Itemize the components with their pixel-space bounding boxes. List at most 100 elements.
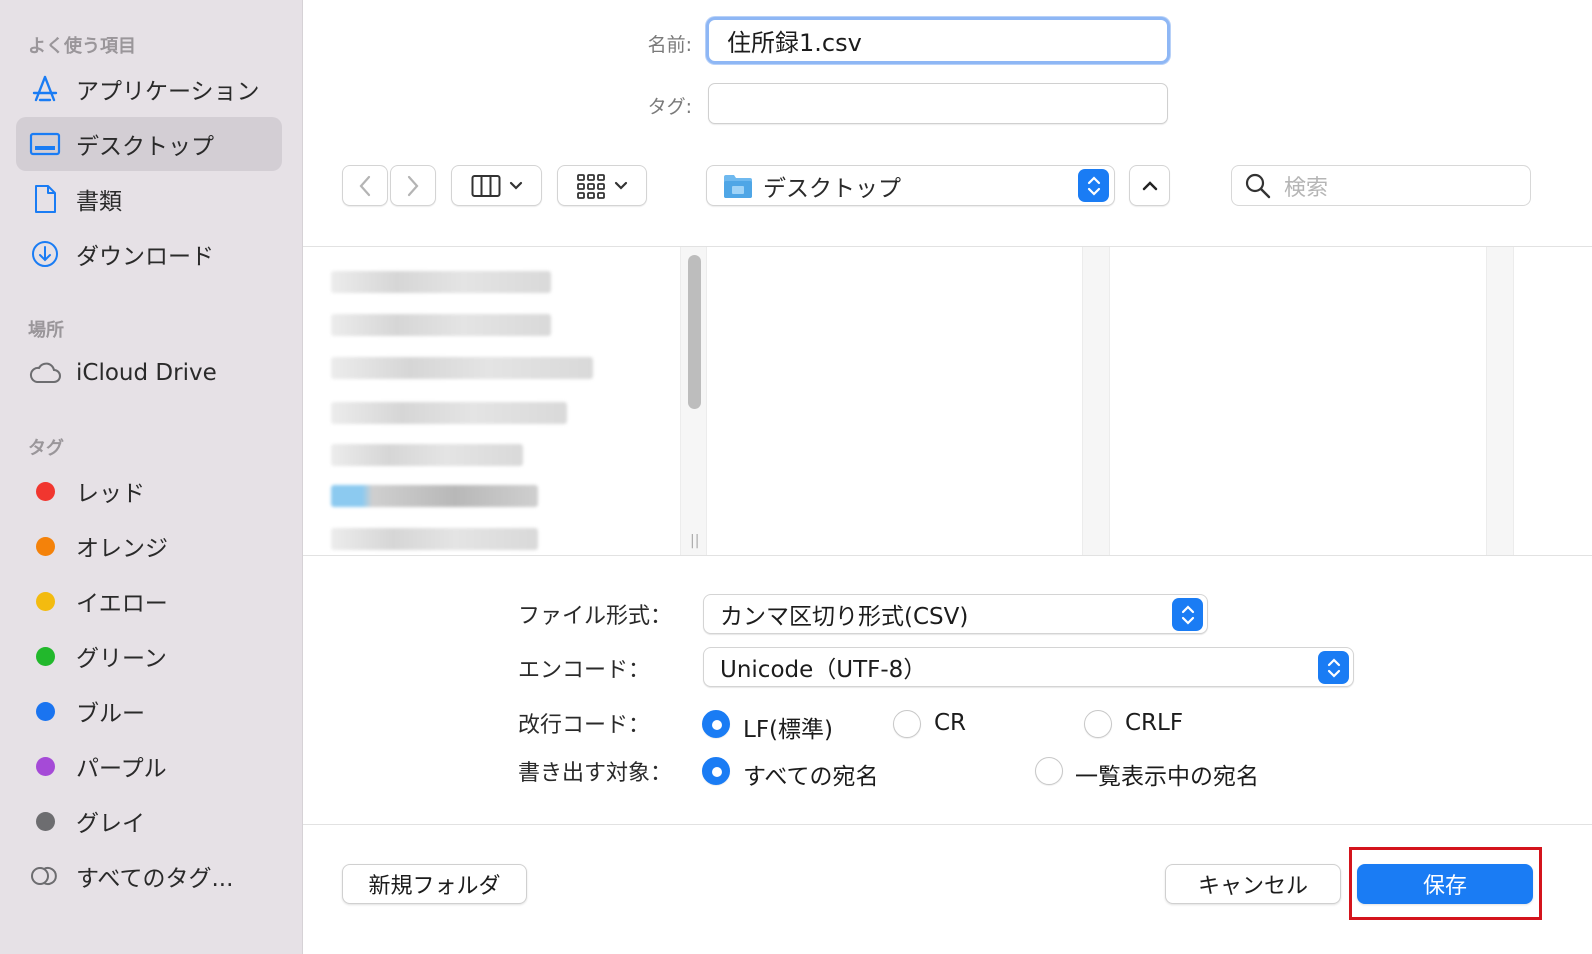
sidebar-item-documents[interactable]: 書類 bbox=[16, 172, 282, 226]
column-view-button[interactable] bbox=[451, 165, 542, 206]
sidebar-all-tags[interactable]: すべてのタグ... bbox=[16, 849, 282, 903]
search-field[interactable]: 検索 bbox=[1231, 165, 1531, 206]
locations-heading: 場所 bbox=[28, 320, 64, 341]
sidebar-tag-purple[interactable]: パープル bbox=[16, 739, 282, 793]
sidebar-tag-orange[interactable]: オレンジ bbox=[16, 519, 282, 573]
sidebar-item-label: 書類 bbox=[76, 189, 122, 215]
app-store-icon bbox=[28, 72, 62, 106]
sidebar-item-label: イエロー bbox=[76, 591, 168, 617]
columns-icon bbox=[471, 174, 500, 197]
location-label: デスクトップ bbox=[763, 175, 901, 202]
chevron-up-icon bbox=[1142, 180, 1157, 190]
name-label: 名前: bbox=[647, 34, 692, 56]
scrollbar-thumb[interactable] bbox=[688, 255, 701, 409]
sidebar-item-label: グリーン bbox=[76, 646, 167, 672]
sidebar-item-label: パープル bbox=[76, 756, 167, 782]
sidebar-item-label: アプリケーション bbox=[76, 79, 260, 105]
back-button[interactable] bbox=[342, 165, 388, 206]
file-list-item[interactable] bbox=[331, 528, 538, 550]
filename-input[interactable] bbox=[706, 17, 1170, 64]
sidebar-item-desktop[interactable]: デスクトップ bbox=[16, 117, 282, 171]
sidebar-item-label: すべてのタグ... bbox=[76, 866, 234, 892]
chevron-right-icon bbox=[407, 175, 419, 196]
newline-lf-radio[interactable] bbox=[702, 710, 730, 738]
sidebar-item-label: レッド bbox=[76, 481, 145, 507]
column-divider[interactable] bbox=[1486, 247, 1514, 555]
file-list-item[interactable] bbox=[331, 444, 523, 466]
scrollbar[interactable] bbox=[680, 247, 707, 555]
sidebar-item-label: ブルー bbox=[76, 701, 145, 727]
sidebar-item-downloads[interactable]: ダウンロード bbox=[16, 227, 282, 281]
collapse-button[interactable] bbox=[1129, 165, 1170, 206]
export-target-label: 書き出す対象： bbox=[518, 761, 673, 786]
red-tag-dot-icon bbox=[35, 481, 55, 501]
updown-stepper-icon bbox=[1078, 169, 1109, 202]
newline-crlf-radio[interactable] bbox=[1084, 710, 1112, 738]
sidebar-item-label: デスクトップ bbox=[76, 134, 214, 160]
chevron-down-icon bbox=[509, 181, 522, 190]
sidebar-tag-yellow[interactable]: イエロー bbox=[16, 574, 282, 628]
column-divider[interactable] bbox=[1082, 247, 1110, 555]
file-format-label: ファイル形式： bbox=[518, 604, 673, 629]
divider bbox=[303, 824, 1592, 825]
sidebar-item-applications[interactable]: アプリケーション bbox=[16, 62, 282, 116]
location-popup[interactable]: デスクトップ bbox=[706, 165, 1115, 206]
favorites-heading: よく使う項目 bbox=[28, 36, 136, 57]
cloud-icon bbox=[28, 356, 62, 390]
blue-tag-dot-icon bbox=[35, 701, 55, 721]
file-list-item[interactable] bbox=[331, 357, 593, 379]
save-button-highlight-box bbox=[1349, 847, 1542, 920]
export-listed-label: 一覧表示中の宛名 bbox=[1075, 764, 1259, 790]
encoding-popup[interactable]: Unicode（UTF-8） bbox=[703, 647, 1354, 687]
tag-input[interactable] bbox=[708, 83, 1168, 124]
search-icon bbox=[1245, 173, 1271, 198]
tags-heading: タグ bbox=[28, 438, 64, 459]
grid-icon bbox=[577, 173, 605, 199]
updown-stepper-icon bbox=[1172, 598, 1203, 631]
sidebar-tag-blue[interactable]: ブルー bbox=[16, 684, 282, 738]
file-list-column[interactable] bbox=[303, 247, 680, 555]
export-all-radio[interactable] bbox=[702, 757, 730, 785]
sidebar-tag-gray[interactable]: グレイ bbox=[16, 794, 282, 848]
file-browser: || bbox=[303, 246, 1592, 556]
gray-tag-dot-icon bbox=[35, 811, 55, 831]
newline-label: 改行コード： bbox=[518, 713, 651, 738]
newline-cr-radio[interactable] bbox=[893, 710, 921, 738]
new-folder-button[interactable]: 新規フォルダ bbox=[342, 864, 527, 904]
file-list-item[interactable] bbox=[331, 314, 551, 336]
cancel-button[interactable]: キャンセル bbox=[1165, 864, 1341, 904]
export-listed-radio[interactable] bbox=[1035, 757, 1063, 785]
encoding-label: エンコード： bbox=[518, 658, 651, 683]
purple-tag-dot-icon bbox=[35, 756, 55, 776]
file-list-item[interactable] bbox=[331, 402, 567, 424]
sidebar-item-label: ダウンロード bbox=[76, 244, 214, 270]
chevron-left-icon bbox=[359, 175, 371, 196]
document-icon bbox=[28, 182, 62, 216]
group-view-button[interactable] bbox=[557, 165, 647, 206]
file-list-item[interactable] bbox=[331, 271, 551, 293]
green-tag-dot-icon bbox=[35, 646, 55, 666]
sidebar-tag-green[interactable]: グリーン bbox=[16, 629, 282, 683]
folder-icon bbox=[724, 174, 752, 198]
orange-tag-dot-icon bbox=[35, 536, 55, 556]
sidebar-item-icloud-drive[interactable]: iCloud Drive bbox=[16, 346, 282, 400]
column-resize-handle[interactable]: || bbox=[690, 533, 699, 549]
file-format-popup[interactable]: カンマ区切り形式(CSV) bbox=[703, 594, 1208, 634]
updown-stepper-icon bbox=[1318, 651, 1349, 684]
newline-cr-label: CR bbox=[934, 710, 967, 736]
encoding-value: Unicode（UTF-8） bbox=[720, 657, 927, 683]
yellow-tag-dot-icon bbox=[35, 591, 55, 611]
file-format-value: カンマ区切り形式(CSV) bbox=[720, 604, 969, 630]
forward-button[interactable] bbox=[390, 165, 436, 206]
file-list-item[interactable] bbox=[331, 485, 538, 507]
newline-crlf-label: CRLF bbox=[1125, 710, 1184, 736]
sidebar-item-label: オレンジ bbox=[76, 536, 168, 562]
newline-lf-label: LF(標準) bbox=[743, 717, 833, 743]
desktop-icon bbox=[28, 127, 62, 161]
sidebar-tag-red[interactable]: レッド bbox=[16, 464, 282, 518]
export-all-label: すべての宛名 bbox=[743, 764, 879, 790]
sidebar-item-label: グレイ bbox=[76, 811, 145, 837]
tag-label: タグ: bbox=[647, 96, 692, 118]
sidebar-item-label: iCloud Drive bbox=[76, 360, 217, 386]
all-tags-icon bbox=[28, 859, 62, 893]
